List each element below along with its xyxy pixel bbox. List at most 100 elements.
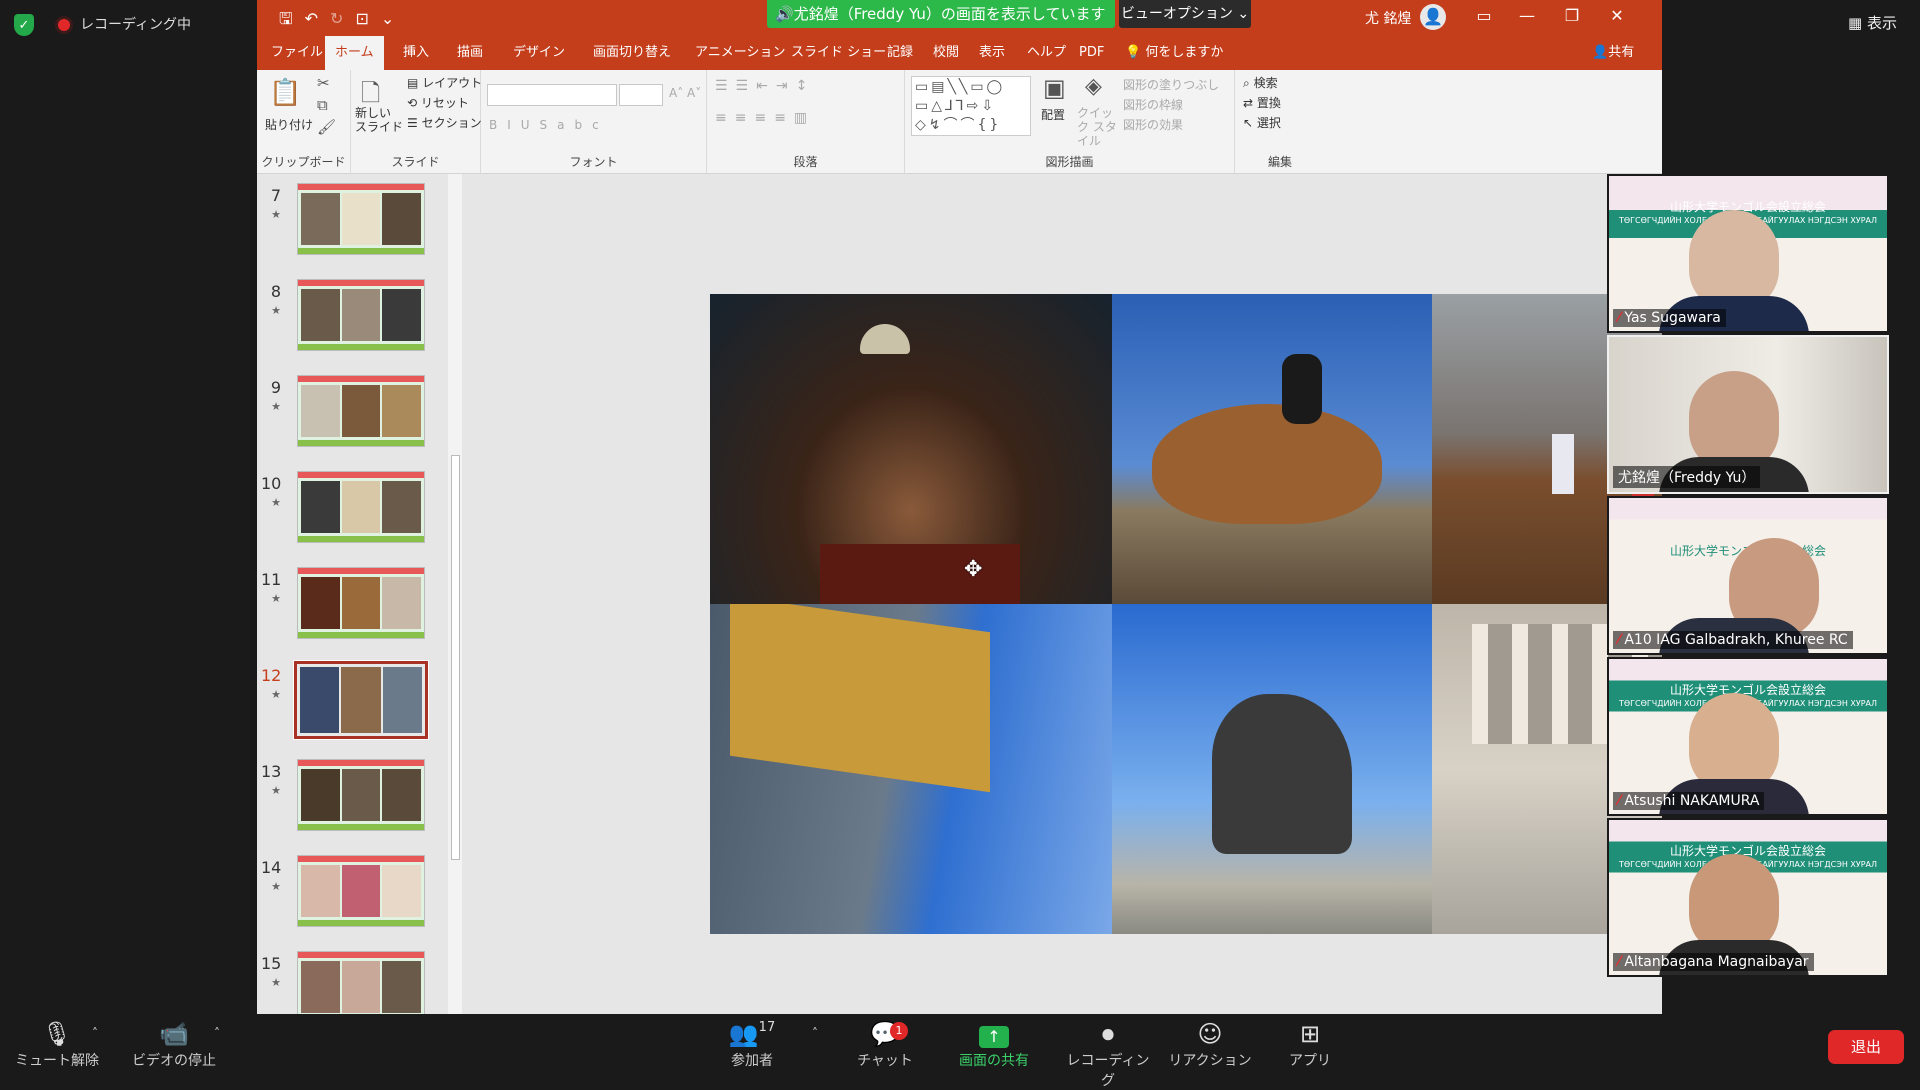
tab-help[interactable]: ヘルプ	[1017, 36, 1076, 70]
section-icon: ☰	[407, 116, 418, 130]
find-button[interactable]: ⌕ 検索	[1243, 74, 1278, 91]
save-icon[interactable]: 🖫	[279, 9, 305, 28]
photo-camel[interactable]	[1112, 294, 1432, 604]
participants-chevron-icon[interactable]: ˄	[812, 1026, 818, 1040]
slide-thumbnail[interactable]	[297, 471, 425, 543]
tab-transitions[interactable]: 画面切り替え	[583, 36, 681, 70]
list-icons[interactable]: ☰☰⇤⇥↕	[715, 78, 815, 94]
shapes-gallery[interactable]: ▭▤╲╲▭◯ ▭△⅃⅂⇨⇩ ◇↯⌒⌒{}	[911, 76, 1031, 136]
shape-fill-button[interactable]: 図形の塗りつぶし	[1123, 76, 1219, 93]
slide-number: 9	[270, 378, 281, 397]
new-slide-button[interactable]: 新しい スライド	[355, 106, 403, 134]
photo-restaurant[interactable]	[710, 294, 1112, 604]
format-painter-icon[interactable]: 🖌	[317, 118, 336, 136]
ribbon-display-icon[interactable]: ▭	[1469, 6, 1499, 25]
participant-name-label: ⁄ Atsushi NAKAMURA	[1613, 792, 1765, 810]
slide-thumbnail[interactable]	[297, 951, 425, 1014]
arrange-icon[interactable]: ▣	[1043, 74, 1066, 102]
chevron-down-icon: ⌄	[1237, 6, 1250, 22]
leave-meeting-button[interactable]: 退出	[1828, 1030, 1904, 1064]
tab-draw[interactable]: 描画	[447, 36, 493, 70]
select-button[interactable]: ↖ 選択	[1243, 114, 1281, 131]
unmute-button[interactable]: 🎙 ミュート解除	[14, 1020, 100, 1070]
undo-icon[interactable]: ↶	[305, 9, 330, 28]
scrollbar-thumb[interactable]	[451, 455, 460, 860]
quick-style-button[interactable]: クイック スタイル	[1077, 106, 1117, 148]
user-name[interactable]: 尤 銘煌	[1365, 8, 1411, 28]
tab-pdf[interactable]: PDF	[1069, 36, 1114, 70]
security-shield-icon[interactable]: ✓	[14, 14, 34, 36]
tell-me-search[interactable]: 💡 何をしますか	[1115, 36, 1233, 70]
photo-statue[interactable]	[1112, 604, 1432, 934]
thumb-body	[298, 862, 424, 920]
arrange-button[interactable]: 配置	[1041, 106, 1065, 123]
video-options-chevron-icon[interactable]: ˄	[214, 1026, 220, 1040]
tab-record[interactable]: 記録	[877, 36, 923, 70]
paste-button[interactable]: 貼り付け	[265, 116, 313, 133]
participant-tile[interactable]: 山形大学モンゴル会設立総会ТӨГСӨГЧДИЙН ХОЛБОО ҮҮСГЭН Б…	[1607, 818, 1889, 977]
tab-review[interactable]: 校閲	[923, 36, 969, 70]
mic-muted-icon: ⁄	[1618, 793, 1621, 809]
slide-thumbnail[interactable]	[297, 855, 425, 927]
slide-thumbnail[interactable]	[297, 759, 425, 831]
participants-button[interactable]: 👥17 参加者	[716, 1020, 788, 1070]
share-button[interactable]: 👤共有	[1582, 36, 1644, 70]
section-button[interactable]: ☰ セクション	[407, 114, 482, 131]
tab-design[interactable]: デザイン	[503, 36, 575, 70]
slide-thumbnail[interactable]	[297, 567, 425, 639]
font-size-combo[interactable]	[619, 84, 663, 106]
apps-button[interactable]: ⊞ アプリ	[1280, 1020, 1340, 1070]
slide-thumbnail[interactable]	[297, 183, 425, 255]
participant-tile[interactable]: 山形大学モンゴル会設立総会ТӨГСӨГЧДИЙН ХОЛБОО ҮҮСГЭН Б…	[1607, 174, 1889, 333]
recording-status[interactable]: レコーディング中	[80, 14, 191, 34]
font-format-icons[interactable]: BIUSabc	[489, 118, 609, 132]
participant-tile[interactable]: 尤銘煌（Freddy Yu）	[1607, 335, 1889, 494]
thumb-footer-bar	[298, 536, 424, 542]
paste-icon[interactable]: 📋	[269, 78, 301, 108]
participant-tile[interactable]: 山形大学モンゴル会設立総会ТӨГСӨГЧДИЙН ХОЛБОО ҮҮСГЭН Б…	[1607, 657, 1889, 816]
redo-icon[interactable]: ↻	[330, 9, 355, 28]
cut-icon[interactable]: ✂	[317, 74, 330, 92]
tab-animations[interactable]: アニメーション	[685, 36, 795, 70]
font-name-combo[interactable]	[487, 84, 617, 106]
reset-icon: ⟲	[407, 96, 418, 110]
copy-icon[interactable]: ⧉	[317, 96, 328, 114]
audio-options-chevron-icon[interactable]: ˄	[92, 1026, 98, 1040]
slide-thumbnail[interactable]	[293, 660, 429, 740]
share-screen-button[interactable]: ↑ 画面の共有	[952, 1020, 1036, 1070]
photo-relief-wall[interactable]	[710, 604, 1112, 934]
slide-thumbnail[interactable]	[297, 279, 425, 351]
layout-button[interactable]: ▤ レイアウト	[407, 74, 482, 91]
user-avatar-icon[interactable]: 👤	[1420, 4, 1446, 30]
slide-number: 11	[261, 570, 282, 589]
quick-style-icon[interactable]: ◈	[1085, 74, 1102, 99]
tab-home[interactable]: ホーム	[325, 36, 384, 70]
align-icons[interactable]: ≡≡≡≡▥	[715, 110, 815, 126]
stop-video-button[interactable]: 📹 ビデオの停止	[128, 1020, 220, 1070]
participant-face-shape	[1689, 210, 1779, 310]
tab-file[interactable]: ファイル	[261, 36, 333, 70]
participant-tile[interactable]: 山形大学モンゴル会設立総会⁄A10 IAG Galbadrakh, Khuree…	[1607, 496, 1889, 655]
shape-outline-button[interactable]: 図形の枠線	[1123, 96, 1183, 113]
restore-icon[interactable]: ❐	[1557, 6, 1587, 25]
slide-canvas[interactable]	[710, 294, 1662, 934]
present-icon[interactable]: ⊡	[355, 9, 380, 28]
reset-button[interactable]: ⟲ リセット	[407, 94, 469, 111]
font-grow-icon[interactable]: A˄ A˅	[669, 86, 701, 100]
reactions-button[interactable]: ☺ リアクション	[1168, 1020, 1252, 1070]
group-drawing: ▭▤╲╲▭◯ ▭△⅃⅂⇨⇩ ◇↯⌒⌒{} ▣ 配置 ◈ クイック スタイル 図形の塗…	[905, 70, 1235, 174]
chat-button[interactable]: 💬 チャット	[852, 1020, 918, 1070]
replace-button[interactable]: ⇄ 置換	[1243, 94, 1281, 111]
view-options-button[interactable]: ビューオプション ⌄	[1119, 0, 1251, 28]
horse-statue-shape	[1212, 694, 1352, 854]
slide-number: 13	[261, 762, 282, 781]
close-icon[interactable]: ✕	[1602, 6, 1632, 25]
slide-thumbnail[interactable]	[297, 375, 425, 447]
tab-insert[interactable]: 挿入	[393, 36, 439, 70]
tab-view[interactable]: 表示	[969, 36, 1015, 70]
participants-count: 17	[758, 1020, 776, 1035]
customize-icon[interactable]: ⌄	[381, 9, 406, 28]
view-button[interactable]: ▦ 表示	[1848, 12, 1897, 33]
minimize-icon[interactable]: —	[1512, 6, 1542, 25]
shape-effect-button[interactable]: 図形の効果	[1123, 116, 1183, 133]
